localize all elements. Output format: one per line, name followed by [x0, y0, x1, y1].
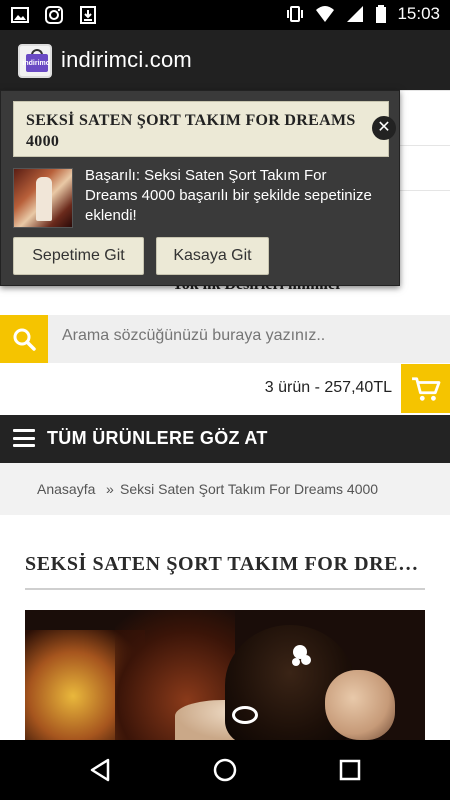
download-icon: [80, 6, 96, 24]
breadcrumb: Anasayfa » Seksi Saten Şort Takım For Dr…: [0, 463, 450, 515]
instagram-icon: [45, 6, 63, 24]
close-icon[interactable]: ✕: [372, 116, 396, 140]
signal-icon: [347, 6, 364, 22]
product-image[interactable]: [25, 610, 425, 740]
vibrate-icon: [287, 6, 304, 22]
popup-title-box: SEKSİ SATEN ŞORT TAKIM FOR DREAMS 4000 ✕: [13, 101, 396, 157]
popup-title: SEKSİ SATEN ŞORT TAKIM FOR DREAMS 4000: [26, 112, 356, 150]
browse-all-label: TÜM ÜRÜNLERE GÖZ AT: [47, 428, 268, 448]
cart-row: 3 ürün - 257,40TL: [0, 363, 450, 415]
breadcrumb-separator: »: [106, 481, 114, 497]
search-input[interactable]: [62, 327, 442, 345]
product-title: SEKSİ SATEN ŞORT TAKIM FOR DREAMS 4000: [25, 553, 425, 575]
breadcrumb-home-link[interactable]: Anasayfa: [37, 481, 95, 497]
status-bar: 15:03: [0, 0, 450, 30]
go-to-cart-button[interactable]: Sepetime Git: [13, 237, 144, 275]
menu-icon: [13, 429, 35, 447]
search-button[interactable]: [0, 315, 48, 363]
product-thumbnail: [13, 168, 73, 228]
breadcrumb-current: Seksi Saten Şort Takım For Dreams 4000: [120, 481, 379, 497]
wifi-icon: [316, 6, 335, 22]
home-icon[interactable]: [211, 756, 239, 784]
added-to-cart-popup: SEKSİ SATEN ŞORT TAKIM FOR DREAMS 4000 ✕…: [0, 90, 400, 286]
app-title: indirimci.com: [61, 47, 192, 72]
cart-summary[interactable]: 3 ürün - 257,40TL: [265, 379, 392, 397]
shopping-cart-icon: [412, 377, 441, 401]
gallery-icon: [11, 7, 29, 23]
title-divider: [25, 588, 425, 590]
android-nav-bar: [0, 740, 450, 800]
back-icon[interactable]: [86, 756, 114, 784]
popup-message: Başarılı: Seksi Saten Şort Takım For Dre…: [85, 167, 372, 224]
cart-button[interactable]: [401, 364, 450, 413]
recent-apps-icon[interactable]: [336, 756, 364, 784]
battery-icon: [376, 5, 387, 23]
search-bar: [0, 315, 450, 363]
checkout-button[interactable]: Kasaya Git: [156, 237, 269, 275]
search-icon: [13, 328, 36, 351]
status-time: 15:03: [397, 4, 440, 23]
browse-all-products-bar[interactable]: TÜM ÜRÜNLERE GÖZ AT: [0, 415, 450, 463]
app-logo: indirimci: [18, 44, 52, 78]
